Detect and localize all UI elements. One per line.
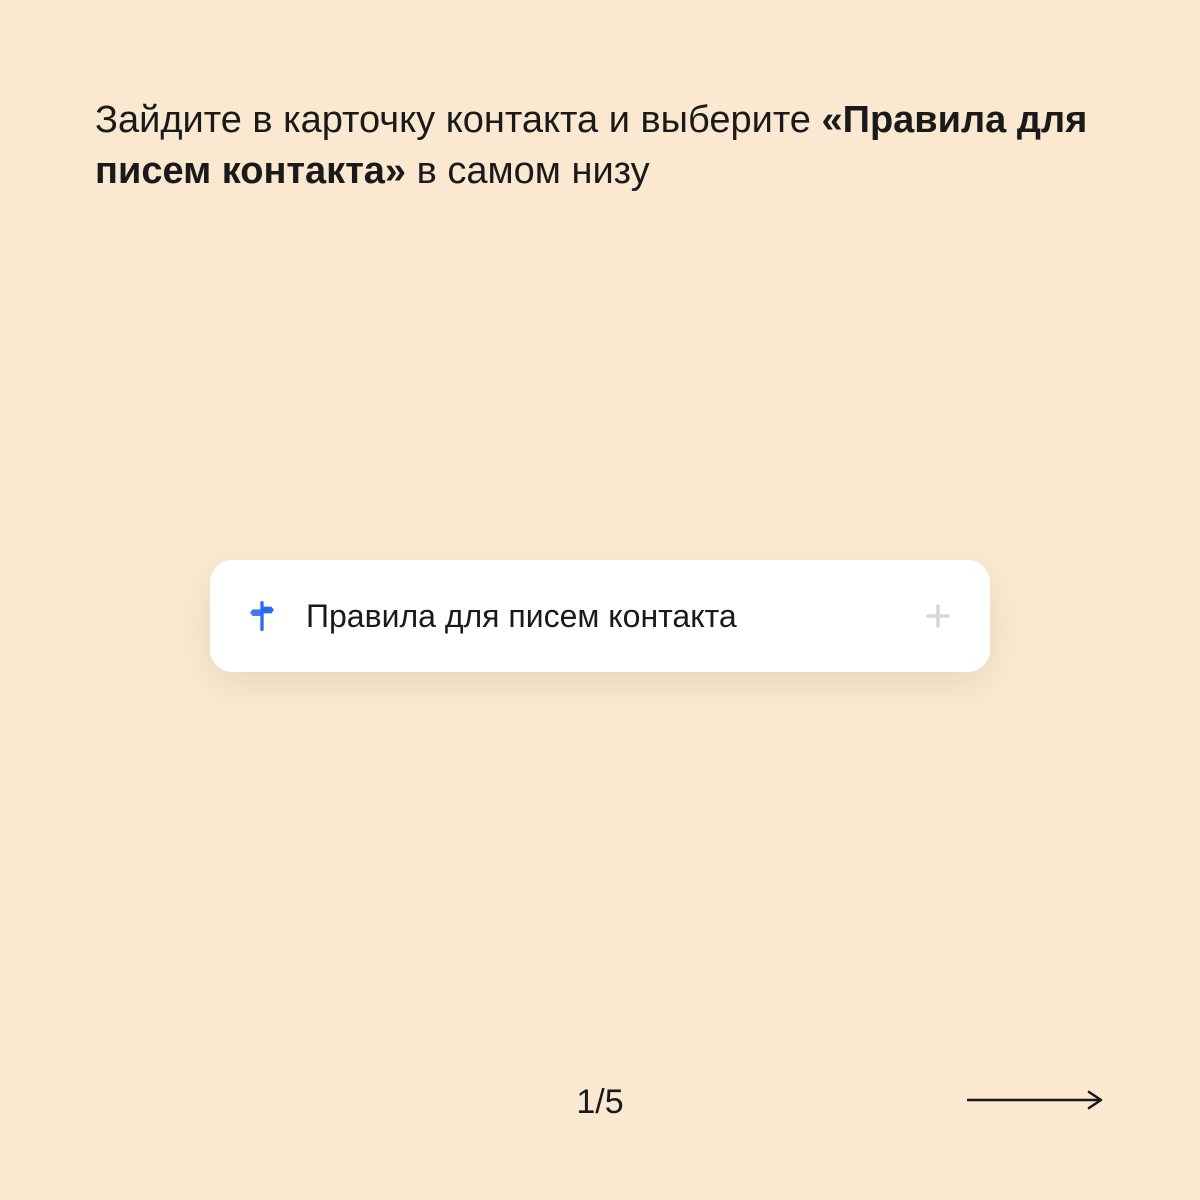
card-label: Правила для писем контакта [306,598,920,635]
instruction-before: Зайдите в карточку контакта и выберите [95,99,822,141]
instruction-text: Зайдите в карточку контакта и выберите «… [95,95,1105,198]
page-indicator: 1/5 [576,1083,623,1122]
page-current: 1 [576,1083,595,1121]
signpost-icon [244,598,280,634]
plus-icon[interactable] [920,598,956,634]
page-separator: / [595,1083,604,1121]
instruction-after: в самом низу [406,150,650,192]
page-total: 5 [605,1083,624,1121]
contact-rules-card[interactable]: Правила для писем контакта [210,560,990,672]
next-arrow-button[interactable] [965,1088,1105,1112]
